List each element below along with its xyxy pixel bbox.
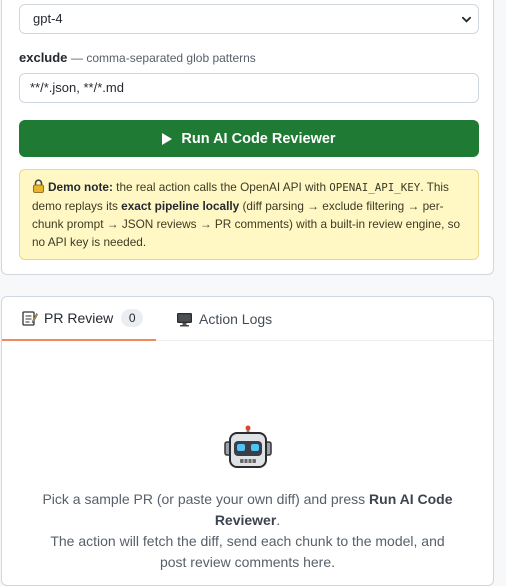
exclude-label-name: exclude xyxy=(19,50,68,65)
run-ai-code-reviewer-button[interactable]: Run AI Code Reviewer xyxy=(19,120,479,157)
memo-icon xyxy=(22,310,38,326)
monitor-icon xyxy=(177,312,192,326)
demo-note-code: OPENAI_API_KEY xyxy=(329,181,421,194)
empty-state: Pick a sample PR (or paste your own diff… xyxy=(2,425,493,573)
run-button-label: Run AI Code Reviewer xyxy=(181,130,336,147)
exclude-hint: — comma-separated glob patterns xyxy=(71,51,256,65)
tab-pr-review-label: PR Review xyxy=(44,310,114,326)
robot-icon xyxy=(223,425,272,468)
play-icon xyxy=(162,132,173,145)
exclude-input[interactable]: **/*.json, **/*.md xyxy=(19,73,479,103)
empty-text-1a: Pick a sample PR (or paste your own diff… xyxy=(42,491,370,507)
chevron-down-icon xyxy=(462,16,471,23)
tab-bar: PR Review 0 Action Logs xyxy=(2,297,493,341)
lock-icon xyxy=(33,179,44,193)
demo-note-title: Demo note: xyxy=(48,180,113,194)
empty-state-text: Pick a sample PR (or paste your own diff… xyxy=(38,489,458,573)
tab-action-logs-label: Action Logs xyxy=(199,311,273,327)
config-panel: gpt-4 exclude — comma-separated glob pat… xyxy=(1,0,494,275)
demo-note-bold: exact pipeline locally xyxy=(121,199,240,213)
review-panel: PR Review 0 Action Logs Pick a sample PR… xyxy=(1,296,494,586)
review-count-badge: 0 xyxy=(121,309,144,327)
tab-pr-review[interactable]: PR Review 0 xyxy=(2,297,156,341)
model-select[interactable]: gpt-4 xyxy=(19,4,479,34)
exclude-input-value: **/*.json, **/*.md xyxy=(30,80,124,95)
tab-action-logs[interactable]: Action Logs xyxy=(174,297,272,341)
demo-note: Demo note: the real action calls the Ope… xyxy=(19,169,479,260)
demo-note-text-1: the real action calls the OpenAI API wit… xyxy=(112,180,330,194)
exclude-label: exclude — comma-separated glob patterns xyxy=(19,50,256,66)
model-select-value: gpt-4 xyxy=(33,11,63,26)
empty-text-1c: . xyxy=(276,512,281,528)
empty-text-2: The action will fetch the diff, send eac… xyxy=(50,533,445,570)
